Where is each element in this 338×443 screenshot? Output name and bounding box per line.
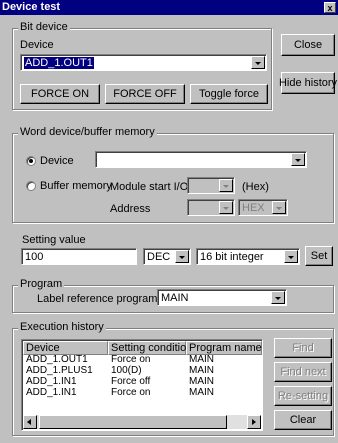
table-row[interactable]: ADD_1.IN1 Force on MAIN xyxy=(23,388,261,399)
module-start-combo xyxy=(187,177,235,194)
toggle-force-button[interactable]: Toggle force xyxy=(190,84,268,104)
window-title: Device test xyxy=(2,1,61,13)
close-window-icon[interactable]: x xyxy=(324,2,336,13)
chevron-right-icon xyxy=(252,419,256,425)
row-program-name: MAIN xyxy=(189,387,214,398)
radix-combo[interactable]: DEC xyxy=(143,248,191,265)
address-format-combo: HEX xyxy=(238,199,288,216)
address-combo xyxy=(187,199,235,216)
program-legend: Program xyxy=(18,278,65,290)
device-radio[interactable] xyxy=(26,156,36,166)
row-setting-condition: Force on xyxy=(111,354,151,365)
address-label: Address xyxy=(110,203,151,215)
word-device-legend: Word device/buffer memory xyxy=(18,126,157,138)
column-header-device[interactable]: Device xyxy=(23,341,108,355)
data-type-combo[interactable]: 16 bit integer xyxy=(196,248,300,265)
history-table[interactable]: Device Setting condition Program name AD… xyxy=(21,339,263,431)
program-combo[interactable]: MAIN xyxy=(157,289,287,306)
module-start-label: Module start I/O xyxy=(110,181,189,193)
chevron-down-icon[interactable] xyxy=(251,56,265,69)
chevron-left-icon xyxy=(27,419,31,425)
device-label: Device xyxy=(20,39,54,51)
chevron-down-icon xyxy=(272,201,286,214)
chevron-down-icon xyxy=(219,201,233,214)
row-device: ADD_1.IN1 xyxy=(26,387,77,398)
hide-history-button[interactable]: Hide history xyxy=(279,72,337,94)
resetting-button[interactable]: Re-setting xyxy=(274,386,332,406)
title-bar: Device test xyxy=(0,0,338,15)
data-type-value: 16 bit integer xyxy=(200,251,264,263)
force-off-button[interactable]: FORCE OFF xyxy=(105,84,185,104)
find-button[interactable]: Find xyxy=(274,338,332,358)
hex-label: (Hex) xyxy=(242,181,269,193)
row-device: ADD_1.OUT1 xyxy=(26,354,88,365)
horizontal-scrollbar[interactable] xyxy=(23,415,261,429)
scroll-right-button[interactable] xyxy=(247,415,261,429)
scroll-left-button[interactable] xyxy=(23,415,37,429)
close-button[interactable]: Close xyxy=(281,34,335,56)
chevron-down-icon[interactable] xyxy=(284,250,298,263)
column-header-setting-condition[interactable]: Setting condition xyxy=(108,341,192,355)
buffer-memory-radio[interactable] xyxy=(26,181,36,191)
row-program-name: MAIN xyxy=(189,376,214,387)
buffer-memory-label: Buffer memory xyxy=(40,180,112,192)
chevron-down-icon[interactable] xyxy=(291,153,305,166)
row-program-name: MAIN xyxy=(189,365,214,376)
device-radio-label: Device xyxy=(40,155,74,167)
chevron-down-icon xyxy=(219,179,233,192)
row-setting-condition: Force on xyxy=(111,387,151,398)
row-device: ADD_1.PLUS1 xyxy=(26,365,93,376)
find-next-button[interactable]: Find next xyxy=(274,362,332,382)
setting-value-input[interactable]: 100 xyxy=(21,248,137,265)
label-reference-label: Label reference program xyxy=(37,293,158,305)
chevron-down-icon[interactable] xyxy=(175,250,189,263)
word-device-combo[interactable] xyxy=(95,151,307,168)
row-program-name: MAIN xyxy=(189,354,214,365)
bit-device-combo[interactable]: ADD_1.OUT1 xyxy=(20,54,267,71)
clear-button[interactable]: Clear xyxy=(274,410,332,430)
chevron-down-icon[interactable] xyxy=(271,291,285,304)
scroll-thumb[interactable] xyxy=(39,415,227,429)
set-button[interactable]: Set xyxy=(305,246,333,266)
radix-value: DEC xyxy=(147,251,171,263)
row-device: ADD_1.IN1 xyxy=(26,376,77,387)
program-value: MAIN xyxy=(161,292,189,304)
row-setting-condition: 100(D) xyxy=(111,365,142,376)
bit-device-value: ADD_1.OUT1 xyxy=(24,57,94,69)
bit-device-legend: Bit device xyxy=(18,21,70,33)
row-setting-condition: Force off xyxy=(111,376,151,387)
column-header-program-name[interactable]: Program name xyxy=(186,341,262,355)
execution-history-legend: Execution history xyxy=(18,321,106,333)
setting-value-label: Setting value xyxy=(22,234,86,246)
force-on-button[interactable]: FORCE ON xyxy=(20,84,100,104)
address-format-value: HEX xyxy=(242,202,265,214)
